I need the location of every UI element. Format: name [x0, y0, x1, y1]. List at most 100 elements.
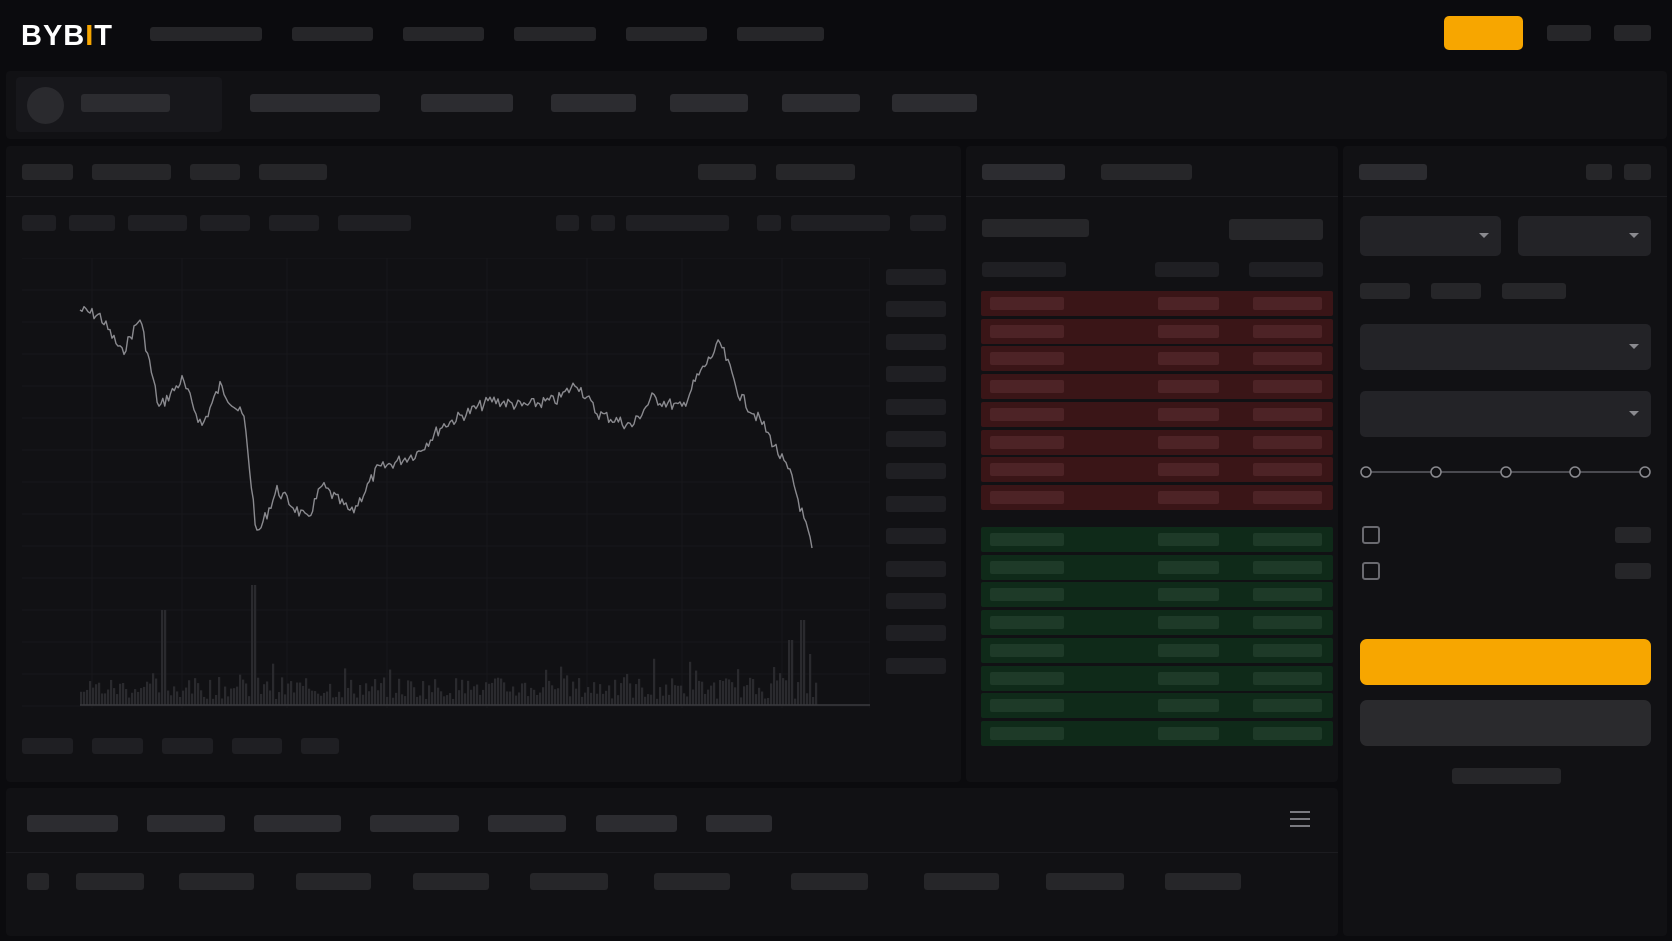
volume-bar [536, 694, 539, 705]
bid-row[interactable] [981, 527, 1333, 552]
nav-item-2[interactable] [292, 27, 373, 41]
chart-tool-3[interactable] [626, 215, 729, 231]
positions-tab-5[interactable] [488, 815, 566, 832]
positions-tab-2[interactable] [147, 815, 225, 832]
positions-tab-4[interactable] [370, 815, 459, 832]
volume-bar [329, 683, 332, 705]
order-total [1253, 407, 1322, 421]
ask-row[interactable] [981, 291, 1333, 316]
timeframe-1[interactable] [22, 215, 56, 231]
positions-tab-7[interactable] [706, 815, 772, 832]
timeframe-4[interactable] [200, 215, 250, 231]
bid-row[interactable] [981, 610, 1333, 636]
positions-tab-1[interactable] [27, 815, 118, 832]
chart-tab-2[interactable] [92, 164, 171, 180]
ask-row[interactable] [981, 318, 1333, 344]
chart-tab-4[interactable] [259, 164, 327, 180]
signup-button[interactable] [1444, 16, 1523, 50]
chart-view-toggle-1[interactable] [698, 164, 756, 180]
slider-stop-75[interactable] [1569, 466, 1581, 478]
nav-item-5[interactable] [626, 27, 707, 41]
volume-bar [488, 683, 491, 705]
chart-tool-5[interactable] [791, 215, 890, 231]
nav-item-3[interactable] [403, 27, 484, 41]
ask-row[interactable] [981, 457, 1333, 483]
bid-row[interactable] [981, 665, 1333, 691]
chart-tool-6[interactable] [910, 215, 946, 231]
slider-stop-25[interactable] [1430, 466, 1442, 478]
chart-tool-2[interactable] [591, 215, 615, 231]
trades-tab[interactable] [1101, 164, 1192, 180]
order-book-view-toggle[interactable] [982, 219, 1089, 237]
positions-tab-6[interactable] [596, 815, 677, 832]
nav-item-1[interactable] [150, 27, 262, 41]
slider-stop-50[interactable] [1500, 466, 1512, 478]
volume-bar [164, 610, 167, 705]
order-type-limit[interactable] [1360, 283, 1410, 299]
bid-row[interactable] [981, 554, 1333, 580]
timeframe-5[interactable] [269, 215, 319, 231]
ask-row[interactable] [981, 401, 1333, 427]
chart-tab-3[interactable] [190, 164, 240, 180]
volume-bar [515, 695, 518, 705]
slider-stop-0[interactable] [1360, 466, 1372, 478]
buy-long-button[interactable] [1360, 639, 1651, 685]
bid-row[interactable] [981, 720, 1333, 746]
leverage-slider[interactable] [1360, 462, 1651, 482]
positions-tab-3[interactable] [254, 815, 341, 832]
ticker-stat-2 [421, 94, 513, 112]
margin-mode-select[interactable] [1360, 216, 1501, 256]
price-chart[interactable] [22, 258, 870, 708]
nav-item-6[interactable] [737, 27, 824, 41]
ask-row[interactable] [981, 346, 1333, 372]
timeframe-3[interactable] [128, 215, 187, 231]
login-button[interactable] [1547, 25, 1591, 41]
order-form-action-1[interactable] [1586, 164, 1612, 180]
order-form-action-2[interactable] [1624, 164, 1651, 180]
volume-bar [668, 694, 671, 705]
ask-row[interactable] [981, 484, 1333, 510]
volume-bar [470, 689, 473, 705]
hamburger-menu-icon[interactable] [1290, 811, 1310, 827]
leverage-select[interactable] [1518, 216, 1651, 256]
chart-tool-4[interactable] [757, 215, 781, 231]
volume-bar [275, 698, 278, 705]
range-button-4[interactable] [232, 738, 282, 754]
timeframe-2[interactable] [69, 215, 115, 231]
volume-bar [89, 681, 92, 705]
ask-row[interactable] [981, 429, 1333, 455]
indicators-button[interactable] [338, 215, 411, 231]
slider-stop-100[interactable] [1639, 466, 1651, 478]
range-button-3[interactable] [162, 738, 213, 754]
volume-bar [461, 679, 464, 705]
bybit-logo[interactable]: BYBIT [21, 20, 113, 53]
range-button-2[interactable] [92, 738, 143, 754]
volume-bar [143, 686, 146, 705]
volume-bar [722, 680, 725, 705]
order-total [1253, 671, 1322, 685]
tp-sl-checkbox[interactable] [1362, 526, 1380, 544]
settings-button[interactable] [1614, 25, 1651, 41]
chart-tab-1[interactable] [22, 164, 73, 180]
range-button-1[interactable] [22, 738, 73, 754]
order-book-precision-select[interactable] [1229, 219, 1323, 240]
chart-tool-1[interactable] [556, 215, 579, 231]
order-type-market[interactable] [1431, 283, 1481, 299]
nav-item-4[interactable] [514, 27, 596, 41]
volume-bar [425, 698, 428, 705]
order-book-tab[interactable] [982, 164, 1065, 180]
range-button-5[interactable] [301, 738, 339, 754]
ask-row[interactable] [981, 374, 1333, 400]
bid-row[interactable] [981, 693, 1333, 719]
bid-row[interactable] [981, 637, 1333, 663]
quantity-input[interactable] [1360, 391, 1651, 437]
volume-bar [350, 679, 353, 705]
chart-view-toggle-2[interactable] [776, 164, 855, 180]
bid-row[interactable] [981, 582, 1333, 608]
volume-bar [152, 673, 155, 705]
order-type-conditional[interactable] [1502, 283, 1566, 299]
price-input[interactable] [1360, 324, 1651, 370]
sell-short-button[interactable] [1360, 700, 1651, 746]
reduce-only-checkbox[interactable] [1362, 562, 1380, 580]
order-qty [1158, 699, 1219, 713]
